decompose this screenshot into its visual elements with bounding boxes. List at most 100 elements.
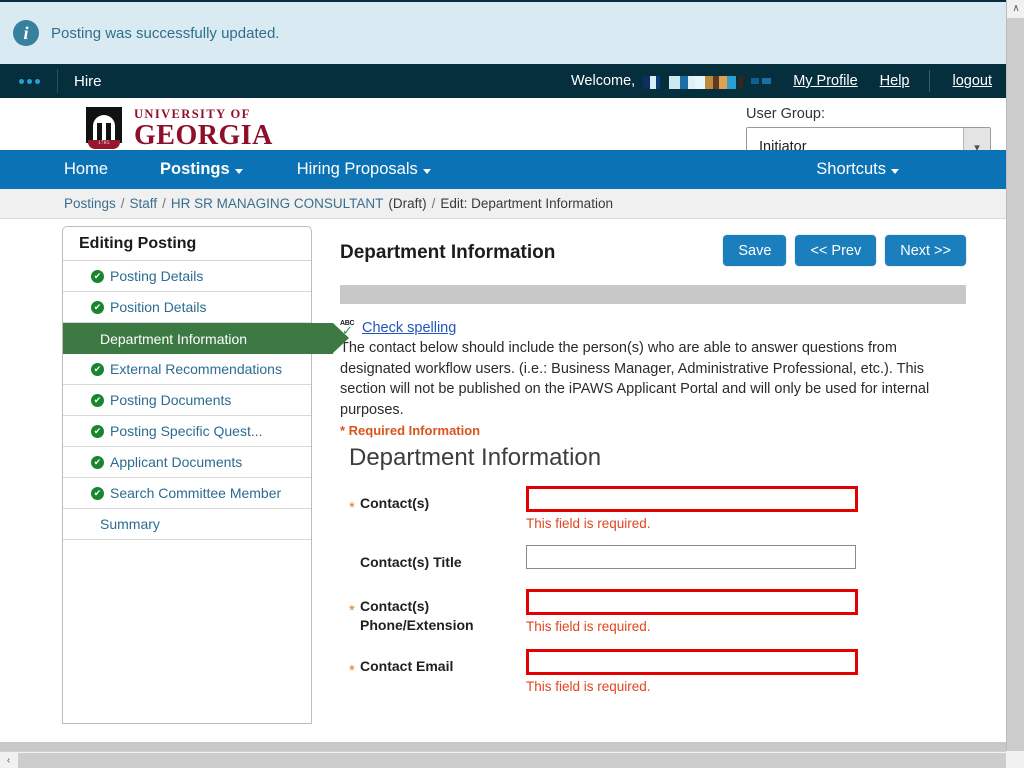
nav-item-hiring-proposals[interactable]: Hiring Proposals — [297, 160, 431, 179]
nav-item-shortcuts-label: Shortcuts — [816, 160, 886, 179]
form-row-contact-email: * Contact Email This field is required. — [340, 649, 966, 694]
sidebar-item-label: Summary — [100, 516, 160, 532]
sidebar-item-summary[interactable]: Summary — [63, 509, 311, 540]
check-spelling-row[interactable]: ABC ✓ Check spelling — [340, 320, 966, 336]
sidebar-item-external-recommendations[interactable]: ✔ External Recommendations — [63, 354, 311, 385]
flash-message-text: Posting was successfully updated. — [51, 25, 279, 42]
check-circle-icon: ✔ — [91, 487, 104, 500]
uga-arch-icon: 1785 — [86, 107, 122, 151]
next-button[interactable]: Next >> — [885, 235, 966, 266]
contacts-label: Contact(s) — [360, 494, 429, 513]
page-bottom-strip — [0, 742, 1006, 751]
check-circle-icon: ✔ — [91, 394, 104, 407]
contacts-error-message: This field is required. — [526, 516, 966, 531]
username-redacted — [643, 76, 743, 89]
sidebar-item-department-information[interactable]: Department Information — [63, 323, 333, 354]
vertical-scrollbar[interactable]: ∧ — [1006, 0, 1024, 751]
uga-logo[interactable]: 1785 UNIVERSITY OF GEORGIA — [86, 107, 273, 151]
contacts-title-input[interactable] — [526, 545, 856, 569]
form-row-contacts-title: * Contact(s) Title — [340, 545, 966, 575]
scrollbar-corner — [1006, 751, 1024, 768]
check-circle-icon: ✔ — [91, 456, 104, 469]
contact-email-error-message: This field is required. — [526, 679, 966, 694]
sidebar-item-search-committee-member[interactable]: ✔ Search Committee Member — [63, 478, 311, 509]
page-content: Editing Posting ✔ Posting Details ✔ Posi… — [0, 219, 1006, 734]
uga-wordmark-line1: UNIVERSITY OF — [134, 108, 273, 121]
logout-link[interactable]: logout — [952, 73, 992, 89]
breadcrumb-item-posting-title[interactable]: HR SR MANAGING CONSULTANT — [171, 196, 384, 211]
nav-item-postings-label: Postings — [160, 160, 230, 179]
breadcrumb-item-staff[interactable]: Staff — [130, 196, 158, 211]
nav-item-shortcuts[interactable]: Shortcuts — [816, 160, 899, 179]
breadcrumb-item-current: Edit: Department Information — [440, 196, 613, 211]
horizontal-scrollbar[interactable]: ‹ › — [0, 751, 1024, 768]
info-icon: i — [13, 20, 39, 46]
horizontal-scrollbar-thumb[interactable] — [18, 753, 1006, 768]
sidebar-item-label: External Recommendations — [110, 361, 282, 377]
grid-dots-icon[interactable] — [19, 79, 40, 84]
uga-wordmark-line2: GEORGIA — [134, 122, 273, 150]
form-row-contacts: * Contact(s) This field is required. — [340, 486, 966, 531]
editing-posting-sidebar: Editing Posting ✔ Posting Details ✔ Posi… — [62, 226, 312, 724]
sidebar-item-applicant-documents[interactable]: ✔ Applicant Documents — [63, 447, 311, 478]
sidebar-item-posting-specific-questions[interactable]: ✔ Posting Specific Quest... — [63, 416, 311, 447]
uga-wordmark: UNIVERSITY OF GEORGIA — [134, 108, 273, 151]
required-star: * — [340, 597, 360, 619]
sidebar-item-label: Applicant Documents — [110, 454, 242, 470]
page-title: Department Information — [340, 235, 555, 264]
nav-item-home-label: Home — [64, 160, 108, 179]
sidebar-item-label: Position Details — [110, 299, 207, 315]
scroll-left-icon[interactable]: ‹ — [0, 752, 17, 768]
field-input-group: This field is required. — [526, 486, 966, 531]
app-bar-right-group: Welcome, My Profile Help logout — [571, 70, 1006, 92]
sidebar-item-label: Posting Documents — [110, 392, 231, 408]
sidebar-item-label: Posting Specific Quest... — [110, 423, 263, 439]
help-text: The contact below should include the per… — [340, 338, 944, 420]
user-group-label: User Group: — [746, 106, 991, 122]
app-bar-divider — [929, 70, 930, 92]
action-button-row: Save << Prev Next >> — [723, 235, 966, 266]
app-bar-separator — [57, 69, 58, 93]
sidebar-item-label: Department Information — [100, 331, 247, 347]
username-redacted-tail — [751, 78, 771, 84]
contacts-input[interactable] — [526, 486, 858, 512]
section-heading: Department Information — [340, 444, 966, 472]
my-profile-link[interactable]: My Profile — [793, 73, 857, 89]
chevron-down-icon — [235, 169, 243, 174]
check-circle-icon: ✔ — [91, 301, 104, 314]
nav-item-home[interactable]: Home — [64, 160, 108, 179]
check-circle-icon: ✔ — [91, 270, 104, 283]
breadcrumb: Postings / Staff / HR SR MANAGING CONSUL… — [0, 189, 1006, 219]
chevron-down-icon — [423, 169, 431, 174]
progress-bar — [340, 285, 966, 304]
save-button[interactable]: Save — [723, 235, 786, 266]
sidebar-item-position-details[interactable]: ✔ Position Details — [63, 292, 311, 323]
app-bar-brand: Hire — [74, 73, 102, 90]
required-information-note: * Required Information — [340, 423, 966, 438]
contacts-phone-input[interactable] — [526, 589, 858, 615]
breadcrumb-item-draft: (Draft) — [388, 196, 426, 211]
check-spelling-link[interactable]: Check spelling — [362, 320, 456, 336]
prev-button[interactable]: << Prev — [795, 235, 876, 266]
sidebar-title: Editing Posting — [63, 227, 311, 261]
contacts-phone-label: Contact(s) Phone/Extension — [360, 597, 485, 635]
chevron-down-icon — [891, 169, 899, 174]
sidebar-item-posting-details[interactable]: ✔ Posting Details — [63, 261, 311, 292]
required-star: * — [340, 657, 360, 679]
contacts-title-label: Contact(s) Title — [360, 553, 462, 572]
check-circle-icon: ✔ — [91, 363, 104, 376]
contacts-phone-error-message: This field is required. — [526, 619, 966, 634]
breadcrumb-item-postings[interactable]: Postings — [64, 196, 116, 211]
contact-email-input[interactable] — [526, 649, 858, 675]
sidebar-item-label: Posting Details — [110, 268, 203, 284]
contact-email-label: Contact Email — [360, 657, 453, 676]
nav-item-postings[interactable]: Postings — [160, 160, 243, 179]
required-star: * — [340, 494, 360, 516]
help-link[interactable]: Help — [880, 73, 910, 89]
breadcrumb-separator: / — [162, 196, 166, 211]
breadcrumb-separator: / — [432, 196, 436, 211]
scroll-up-icon[interactable]: ∧ — [1007, 0, 1024, 18]
main-panel: Department Information Save << Prev Next… — [312, 219, 1006, 734]
sidebar-item-posting-documents[interactable]: ✔ Posting Documents — [63, 385, 311, 416]
field-label-group: * Contact(s) Phone/Extension — [340, 589, 526, 635]
